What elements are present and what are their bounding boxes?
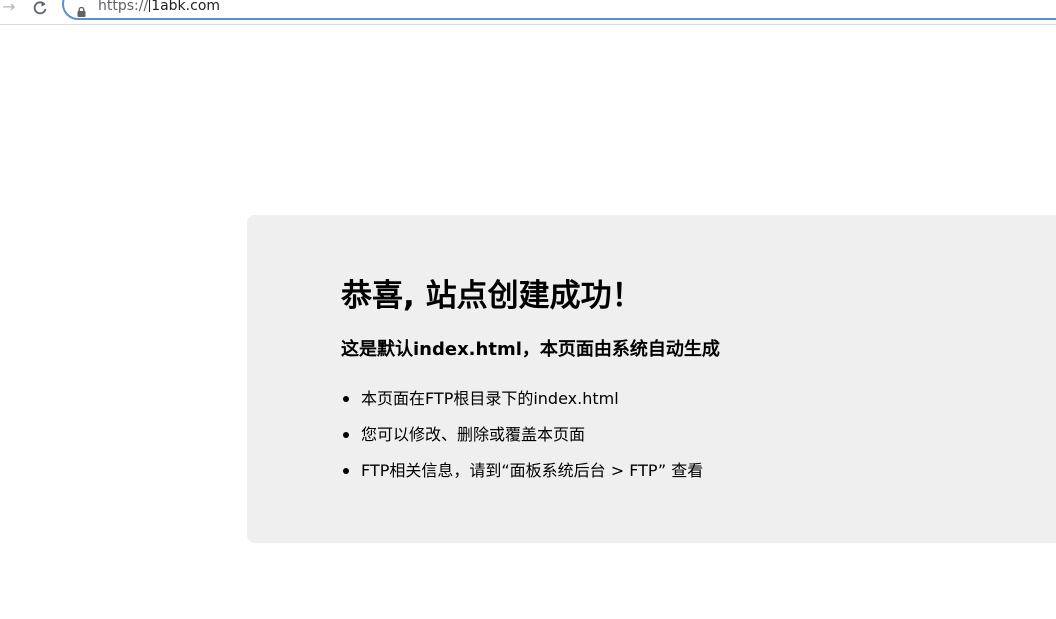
reload-icon[interactable] bbox=[32, 0, 48, 16]
reload-icon-glyph bbox=[33, 1, 47, 15]
list-item-text: 您可以修改、删除或覆盖本页面 bbox=[361, 425, 586, 444]
url-scheme: https:// bbox=[98, 0, 149, 14]
address-bar-url[interactable]: https://1abk.com bbox=[98, 0, 220, 15]
info-list: 本页面在FTP根目录下的index.html 您可以修改、删除或覆盖本页面 FT… bbox=[341, 385, 703, 493]
list-item-text: 本页面在FTP根目录下的index.html bbox=[361, 389, 619, 408]
forward-arrow-icon[interactable]: → bbox=[2, 0, 15, 16]
page-title: 恭喜, 站点创建成功！ bbox=[341, 278, 643, 314]
list-item: 您可以修改、删除或覆盖本页面 bbox=[341, 421, 703, 457]
lock-icon-glyph bbox=[77, 6, 86, 17]
url-host: 1abk.com bbox=[151, 0, 221, 14]
bullet-icon bbox=[343, 432, 349, 438]
list-item: FTP相关信息，请到“面板系统后台 > FTP” 查看 bbox=[341, 457, 703, 493]
welcome-panel bbox=[247, 215, 1056, 543]
browser-toolbar: → https://1abk.com bbox=[0, 0, 1056, 25]
page-subtitle: 这是默认index.html，本页面由系统自动生成 bbox=[341, 339, 720, 360]
lock-icon[interactable] bbox=[77, 2, 86, 17]
list-item: 本页面在FTP根目录下的index.html bbox=[341, 385, 703, 421]
bullet-icon bbox=[343, 468, 349, 474]
list-item-text: FTP相关信息，请到“面板系统后台 > FTP” 查看 bbox=[361, 461, 704, 480]
bullet-icon bbox=[343, 396, 349, 402]
